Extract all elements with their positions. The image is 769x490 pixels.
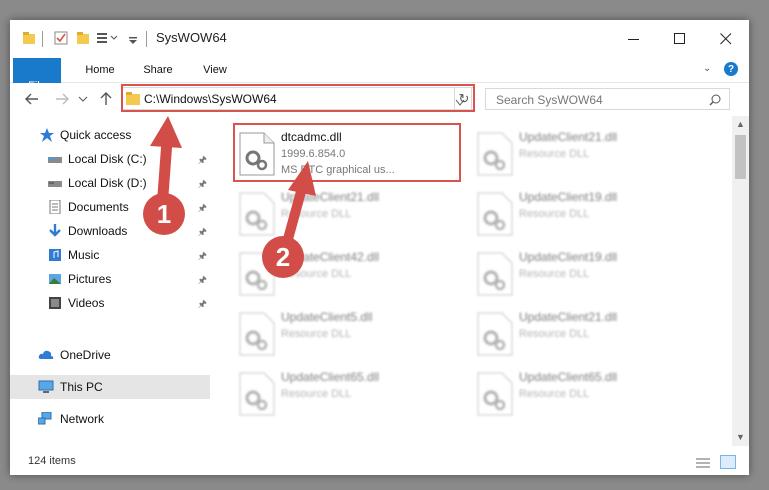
arrow-2-head	[288, 161, 316, 196]
annotation-arrows	[150, 116, 316, 252]
step-1-badge: 1	[143, 193, 185, 235]
arrow-1-head	[150, 116, 182, 148]
step-2-badge: 2	[262, 236, 304, 278]
arrow-1-shaft	[157, 140, 173, 196]
